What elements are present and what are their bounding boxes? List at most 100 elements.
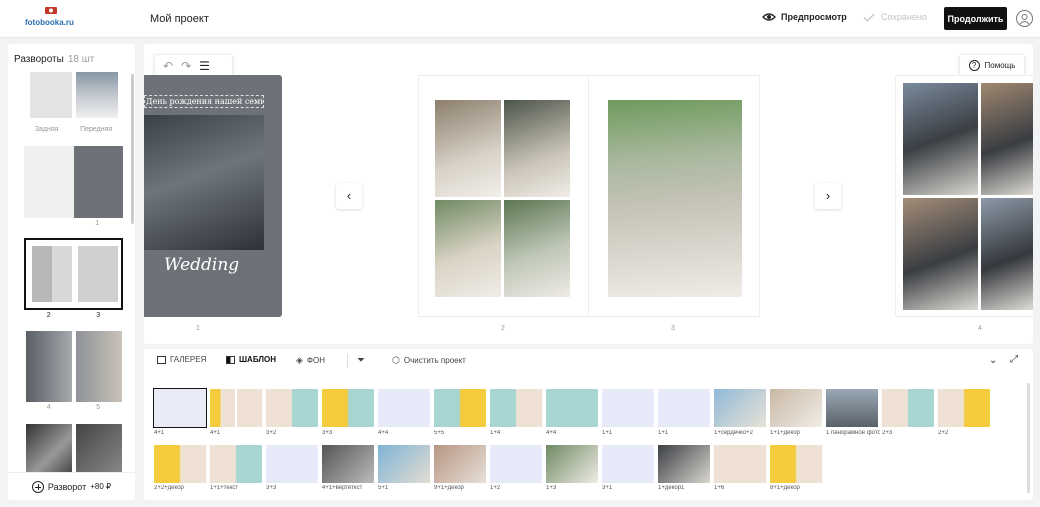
undo-icon[interactable]: ↶ xyxy=(163,59,173,73)
template-thumbnail[interactable] xyxy=(490,389,542,427)
cover-title-text[interactable]: День рождения нашей семьи xyxy=(144,95,264,108)
spread-thumb-1[interactable] xyxy=(24,146,123,218)
template-thumbnail[interactable] xyxy=(658,389,710,427)
photo-slot[interactable] xyxy=(435,100,501,197)
template-thumbnail[interactable] xyxy=(434,445,486,483)
tab-template[interactable]: ШАБЛОН xyxy=(226,355,276,364)
template-thumbnail[interactable] xyxy=(602,445,654,483)
template-thumbnail[interactable] xyxy=(490,445,542,483)
page-number: 2 xyxy=(501,325,505,332)
template-label: 1+3 xyxy=(546,485,557,491)
page-2[interactable] xyxy=(418,75,589,317)
cover-front-thumb xyxy=(76,72,118,118)
help-button[interactable]: ? Помощь xyxy=(959,54,1025,77)
tab-gallery[interactable]: ГАЛЕРЕЯ xyxy=(157,355,206,364)
template-thumbnail[interactable] xyxy=(658,445,710,483)
prev-spread-button[interactable]: ‹ xyxy=(336,183,362,209)
photo-slot[interactable] xyxy=(981,198,1033,310)
template-thumbnail[interactable] xyxy=(378,445,430,483)
eraser-icon: ⬡ xyxy=(392,355,400,365)
cover-photo[interactable] xyxy=(144,115,264,250)
template-label: 4+1 xyxy=(210,430,221,436)
account-icon[interactable] xyxy=(1016,10,1033,27)
next-spread-button[interactable]: › xyxy=(815,183,841,209)
template-thumbnail[interactable] xyxy=(266,389,318,427)
template-thumbnail[interactable] xyxy=(770,445,822,483)
sidebar-scrollbar[interactable] xyxy=(131,74,134,224)
page-5-thumb xyxy=(76,331,122,402)
photo-slot[interactable] xyxy=(435,200,501,297)
photo-slot[interactable] xyxy=(504,200,570,297)
template-label: 2+2 xyxy=(938,430,949,436)
template-label: 3+1 xyxy=(602,485,613,491)
template-thumbnail[interactable] xyxy=(826,389,878,427)
photo-slot[interactable] xyxy=(903,83,978,195)
page-6-thumb xyxy=(26,424,72,472)
logo-text: fotobooka.ru xyxy=(25,18,74,27)
help-icon: ? xyxy=(968,60,980,71)
template-thumbnail[interactable] xyxy=(322,445,374,483)
template-thumbnail[interactable] xyxy=(153,388,207,428)
menu-icon[interactable]: ☰ xyxy=(199,59,210,73)
collapse-panel-icon[interactable]: ⌄ xyxy=(989,355,997,366)
expand-panel-icon[interactable]: ⤢ xyxy=(1010,354,1018,365)
template-thumbnail[interactable] xyxy=(602,389,654,427)
preview-button[interactable]: Предпросмотр xyxy=(762,12,847,22)
template-label: 3+3 xyxy=(322,430,333,436)
template-label: 1 панорамное фото xyxy=(826,430,880,436)
template-label: 2+2+декор xyxy=(154,485,184,491)
template-label: 8+1+декор xyxy=(770,485,800,491)
template-label: 1+сердечко+2 xyxy=(714,430,754,436)
photo-slot[interactable] xyxy=(504,100,570,197)
spread-thumb-covers[interactable] xyxy=(24,72,123,118)
template-thumbnail[interactable] xyxy=(154,445,206,483)
page-3[interactable] xyxy=(589,75,760,317)
tab-background[interactable]: ◈ ФОН xyxy=(296,355,325,366)
template-thumbnail[interactable] xyxy=(266,445,318,483)
template-label: 1+1+декор xyxy=(770,430,800,436)
continue-button[interactable]: Продолжить xyxy=(944,7,1007,30)
template-thumbnail[interactable] xyxy=(770,389,822,427)
tools-panel: ГАЛЕРЕЯ ШАБЛОН ◈ ФОН ⏷ ⬡ Очистить проект ⌄… xyxy=(144,349,1033,500)
logo[interactable]: fotobooka.ru xyxy=(25,6,79,32)
page-cover[interactable]: День рождения нашей семьи Wedding xyxy=(144,75,282,317)
cover-script-text[interactable]: Wedding xyxy=(164,255,239,275)
photo-slot[interactable] xyxy=(608,100,742,297)
cover-thumb xyxy=(74,146,123,218)
template-thumbnail[interactable] xyxy=(546,389,598,427)
template-thumbnail[interactable] xyxy=(378,389,430,427)
tab-divider xyxy=(347,354,348,368)
template-scrollbar[interactable] xyxy=(1027,383,1030,493)
template-thumbnail[interactable] xyxy=(210,389,262,427)
template-label: 1+1 xyxy=(602,430,613,436)
clear-project-button[interactable]: ⬡ Очистить проект xyxy=(392,355,466,366)
template-thumbnail[interactable] xyxy=(938,389,990,427)
photo-slot[interactable] xyxy=(903,198,978,310)
page-7-thumb xyxy=(76,424,122,472)
project-title[interactable]: Мой проект xyxy=(150,13,209,25)
page-4[interactable] xyxy=(895,75,1033,317)
photo-slot[interactable] xyxy=(981,83,1033,195)
template-thumbnail[interactable] xyxy=(322,389,374,427)
template-label: 4+4 xyxy=(546,430,557,436)
spread-thumb-2-3-selected[interactable] xyxy=(24,238,123,310)
spread-thumb-6-7[interactable] xyxy=(24,424,123,472)
template-thumbnail[interactable] xyxy=(882,389,934,427)
editor-canvas[interactable]: ↶ ↷ ☰ ? Помощь День рождения нашей семьи… xyxy=(144,44,1033,344)
tools-tabs: ГАЛЕРЕЯ ШАБЛОН ◈ ФОН ⏷ ⬡ Очистить проект ⌄… xyxy=(144,349,1033,373)
template-thumbnail[interactable] xyxy=(210,445,262,483)
template-label: 1+6 xyxy=(714,485,725,491)
template-thumbnail[interactable] xyxy=(434,389,486,427)
template-thumbnail[interactable] xyxy=(714,389,766,427)
spread-thumb-4-5[interactable] xyxy=(24,331,123,402)
template-thumbnail[interactable] xyxy=(546,445,598,483)
add-spread-button[interactable]: Разворот +80 ₽ xyxy=(8,472,135,500)
spread-list[interactable]: Задняя Передняя 1 23 45 xyxy=(8,72,135,472)
filter-button[interactable]: ⏷ xyxy=(357,355,365,366)
filter-icon: ⏷ xyxy=(357,355,365,366)
page-number: 3 xyxy=(671,325,675,332)
check-icon xyxy=(863,13,875,22)
redo-icon[interactable]: ↷ xyxy=(181,59,191,73)
saved-label: Сохранено xyxy=(881,12,927,22)
template-thumbnail[interactable] xyxy=(714,445,766,483)
